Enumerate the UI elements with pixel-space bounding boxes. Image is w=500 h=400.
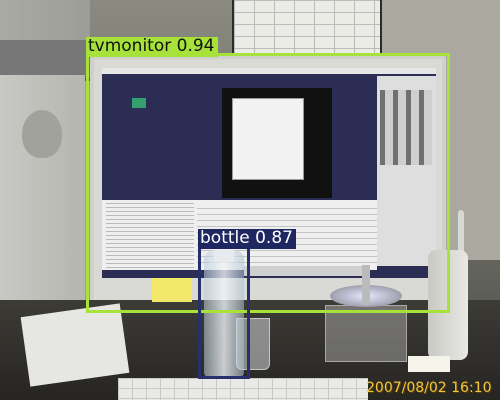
photo-timestamp: 2007/08/02 16:10 (366, 380, 492, 396)
bottle-bounding-box (198, 245, 250, 379)
tvmonitor-detection-label: tvmonitor 0.94 (86, 37, 218, 57)
photo-scene: tvmonitor 0.94 bottle 0.87 2007/08/02 16… (0, 0, 500, 400)
receipt-paper (408, 356, 450, 372)
apple-logo-icon (22, 110, 62, 158)
cd-spindle-case (325, 305, 407, 362)
computer-keyboard (118, 378, 368, 400)
paper-stack (20, 303, 130, 387)
tvmonitor-bounding-box (86, 53, 450, 313)
bottle-detection-label: bottle 0.87 (198, 229, 296, 249)
wall-calendar (232, 0, 382, 57)
